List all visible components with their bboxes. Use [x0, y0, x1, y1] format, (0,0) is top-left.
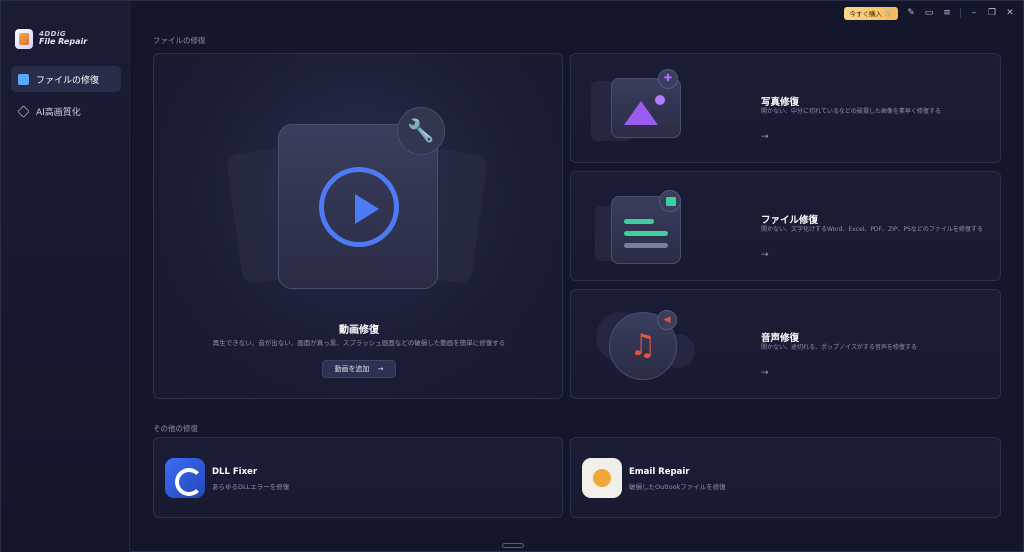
- sun-icon: [655, 95, 665, 105]
- dll-fixer-title: DLL Fixer: [212, 467, 258, 477]
- sidebar-item-label: ファイルの修復: [36, 75, 100, 86]
- email-repair-icon: [582, 458, 622, 498]
- arrow-right-icon[interactable]: →: [761, 132, 769, 142]
- photo-repair-card[interactable]: ✚ 写真修復 開かない、中分に切れているなどの破損した画像を素早く修復する →: [570, 53, 1001, 163]
- play-icon: [319, 167, 399, 247]
- ai-enhance-icon: [17, 104, 30, 118]
- collapse-handle[interactable]: [502, 543, 524, 548]
- mountain-icon: [624, 101, 658, 125]
- puzzle-icon: ✚: [658, 69, 678, 89]
- add-video-label: 動画を追加: [334, 365, 370, 373]
- email-repair-title: Email Repair: [629, 467, 690, 477]
- sidebar-item-file-repair[interactable]: ファイルの修復: [11, 66, 121, 92]
- sidebar-item-ai-enhance[interactable]: AI高画質化: [11, 98, 121, 124]
- dll-fixer-description: あらゆるDLLエラーを修復: [212, 483, 290, 491]
- title-bar: 今すぐ購入 🛒 ✎ ▭ ≡ – ❐ ✕: [844, 6, 1015, 20]
- video-repair-card[interactable]: 🔧 動画修復 再生できない、音が出ない、画面が真っ黒、スプラッシュ画面などの破損…: [153, 53, 563, 399]
- doc-line: [624, 219, 654, 224]
- file-repair-description: 開かない、文字化けするWord、Excel、PDF、ZIP、PSなどのファイルを…: [761, 226, 983, 233]
- file-repair-icon: [18, 73, 29, 85]
- cart-icon: 🛒: [884, 9, 893, 17]
- speaker-icon: ◀: [657, 310, 677, 330]
- doc-line: [624, 243, 668, 248]
- app-logo: 4DDiG File Repair: [15, 29, 87, 49]
- audio-repair-description: 開かない、途切れる、ポップノイズがする音声を修復する: [761, 344, 917, 351]
- audio-repair-card[interactable]: ♫ ◀ 音声修復 開かない、途切れる、ポップノイズがする音声を修復する →: [570, 289, 1001, 399]
- divider: [960, 8, 961, 18]
- arrow-right-icon[interactable]: →: [761, 250, 769, 260]
- folder-icon: [659, 190, 681, 212]
- doc-line: [624, 231, 668, 236]
- minimize-icon[interactable]: –: [969, 8, 979, 18]
- section-title-other: その他の修復: [153, 424, 198, 433]
- feedback-icon[interactable]: ▭: [924, 8, 934, 18]
- sidebar-item-label: AI高画質化: [36, 107, 81, 118]
- buy-now-label: 今すぐ購入: [849, 10, 882, 18]
- dll-fixer-icon: [165, 458, 205, 498]
- audio-repair-title: 音声修復: [761, 333, 800, 344]
- add-video-button[interactable]: 動画を追加 →: [322, 360, 396, 378]
- email-repair-card[interactable]: Email Repair 破損したOutlookファイルを修復: [570, 437, 1001, 518]
- section-title-repair: ファイルの修復: [153, 36, 206, 45]
- wrench-icon: 🔧: [397, 107, 445, 155]
- cursor-icon[interactable]: ✎: [906, 8, 916, 18]
- sidebar: 4DDiG File Repair ファイルの修復 AI高画質化: [1, 1, 130, 552]
- logo-product: File Repair: [39, 37, 88, 47]
- buy-now-button[interactable]: 今すぐ購入 🛒: [844, 6, 898, 20]
- photo-repair-description: 開かない、中分に切れているなどの破損した画像を素早く修復する: [761, 108, 941, 115]
- file-repair-card[interactable]: ファイル修復 開かない、文字化けするWord、Excel、PDF、ZIP、PSな…: [570, 171, 1001, 281]
- app-window: 4DDiG File Repair ファイルの修復 AI高画質化 今すぐ購入 🛒…: [0, 0, 1024, 552]
- close-icon[interactable]: ✕: [1005, 8, 1015, 18]
- photo-repair-title: 写真修復: [761, 97, 800, 108]
- file-repair-title: ファイル修復: [761, 215, 819, 226]
- logo-icon: [15, 29, 33, 49]
- email-repair-description: 破損したOutlookファイルを修復: [629, 483, 726, 491]
- menu-icon[interactable]: ≡: [942, 8, 952, 18]
- dll-fixer-card[interactable]: DLL Fixer あらゆるDLLエラーを修復: [153, 437, 563, 518]
- video-repair-description: 再生できない、音が出ない、画面が真っ黒、スプラッシュ画面などの破損した動画を簡単…: [212, 339, 506, 347]
- video-repair-title: 動画修復: [339, 325, 379, 336]
- arrow-right-icon: →: [377, 365, 384, 373]
- restore-icon[interactable]: ❐: [987, 8, 997, 18]
- arrow-right-icon[interactable]: →: [761, 368, 769, 378]
